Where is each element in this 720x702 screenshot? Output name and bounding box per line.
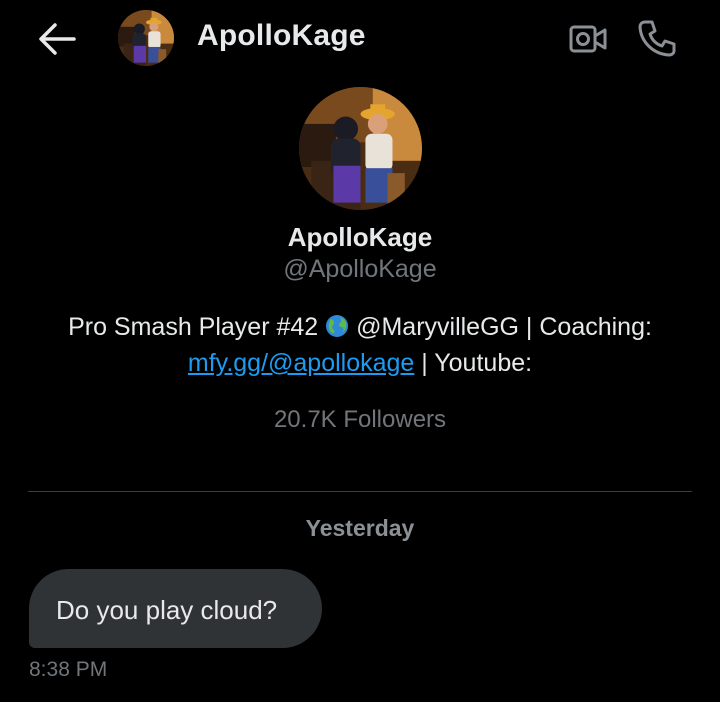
divider — [28, 491, 692, 492]
message-timestamp: 8:38 PM — [29, 658, 108, 681]
arrow-left-icon — [39, 23, 76, 55]
back-button[interactable] — [36, 20, 78, 58]
avatar[interactable] — [118, 10, 174, 66]
profile-avatar-image — [299, 87, 422, 210]
message-text: Do you play cloud? — [56, 595, 278, 625]
globe-icon — [325, 312, 349, 337]
video-camera-icon — [569, 25, 607, 53]
message-bubble[interactable]: Do you play cloud? — [29, 569, 322, 648]
avatar-image — [118, 10, 174, 66]
phone-icon — [638, 20, 676, 57]
video-call-button[interactable] — [568, 20, 608, 58]
conversation-header: ApolloKage — [0, 0, 720, 78]
coaching-link[interactable]: mfy.gg/@apollokage — [188, 349, 414, 377]
followers-count[interactable]: 20.7K Followers — [0, 406, 720, 434]
date-separator: Yesterday — [305, 515, 415, 541]
profile-name: ApolloKage — [287, 222, 433, 252]
profile-handle: @ApolloKage — [283, 255, 437, 283]
bio-text: @MaryvilleGG | Coaching: — [349, 313, 652, 341]
contact-name[interactable]: ApolloKage — [197, 19, 366, 53]
bio-text: | Youtube: — [414, 349, 533, 377]
profile-bio: Pro Smash Player #42 @MaryvilleGG | Coac… — [60, 309, 660, 381]
bio-text: Pro Smash Player #42 — [68, 313, 326, 341]
profile-avatar[interactable] — [299, 87, 422, 210]
voice-call-button[interactable] — [636, 18, 678, 58]
